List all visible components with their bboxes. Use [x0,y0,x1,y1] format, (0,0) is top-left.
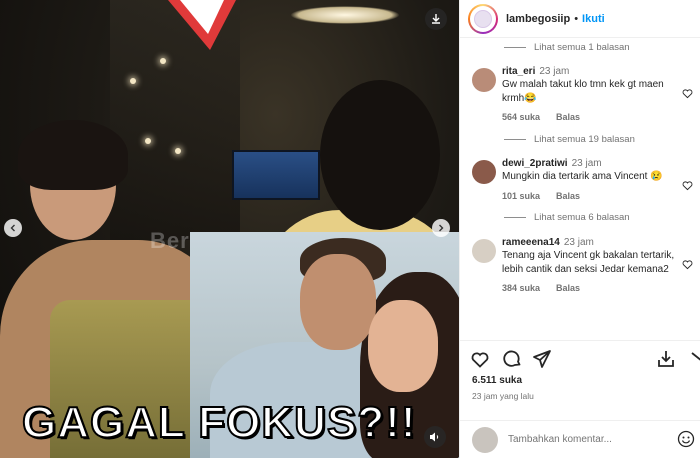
light-dot [130,78,136,84]
comment-likes[interactable]: 384 suka [502,283,540,293]
account-username[interactable]: lambegosiip [506,13,570,25]
play-badge-icon [166,0,238,52]
comment-text: Tenang aja Vincent gk bakalan tertarik, … [502,249,675,275]
view-replies-link[interactable]: Lihat semua 6 balasan [460,211,700,225]
reply-button[interactable]: Balas [556,283,580,293]
view-replies-link[interactable]: Lihat semua 19 balasan [460,132,700,146]
likes-count[interactable]: 6.511 suka [472,375,522,386]
reply-button[interactable]: Balas [556,112,580,122]
comment-icon[interactable] [502,349,522,369]
comment-text: Mungkin dia tertarik ama Vincent 😢 [502,171,663,183]
comment-item: rameeena14 23 jam Tenang aja Vincent gk b… [460,237,700,293]
comment-username[interactable]: rameeena14 [502,237,560,248]
mute-icon[interactable] [424,426,446,448]
commenter-avatar[interactable] [472,68,496,92]
comment-input[interactable] [508,434,668,445]
comment-time: 23 jam [563,236,594,248]
ceiling-lamp [290,6,400,24]
comment-likes[interactable]: 564 suka [502,112,540,122]
download-icon[interactable] [425,8,447,30]
like-heart-icon[interactable] [682,180,693,191]
comment-likes[interactable]: 101 suka [502,191,540,201]
view-replies-link[interactable]: Lihat semua 1 balasan [460,40,700,54]
current-user-avatar [472,426,498,453]
commenter-avatar[interactable] [472,238,496,263]
post-media[interactable]: BeritaTerkini GAGAL FOKUS?!! [0,0,459,458]
comment-text: Gw malah takut klo tmn kek gt maen krmh😂 [502,79,664,105]
comment-username[interactable]: rita_eri [502,66,535,77]
add-comment-bar [460,420,700,458]
post-timestamp: 23 jam yang lalu [472,391,534,401]
save-icon[interactable] [656,349,676,369]
brand-logo [474,9,492,28]
reply-button[interactable]: Balas [556,191,580,201]
chevron-right-icon[interactable] [432,219,450,237]
comments-list[interactable]: Lihat semua 1 balasan rita_eri 23 jam Gw … [460,38,700,340]
heart-icon[interactable] [470,349,490,369]
like-heart-icon[interactable] [682,259,693,270]
header-separator: • [574,12,579,25]
comment-username[interactable]: dewi_2pratiwi [502,158,568,169]
commenter-avatar[interactable] [472,160,496,185]
comment-item: rita_eri 23 jam Gw malah takut klo tmn ke… [460,66,700,122]
follow-button[interactable]: Ikuti [582,13,605,25]
post-header: lambegosiip • Ikuti [460,0,700,38]
comment-time: 23 jam [539,66,570,77]
comment-item: dewi_2pratiwi 23 jam Mungkin dia tertarik… [460,158,700,201]
media-caption: GAGAL FOKUS?!! [21,397,417,448]
post-sidebar: lambegosiip • Ikuti Lihat semua 1 balasa… [459,0,700,458]
share-to-icon[interactable] [690,349,700,369]
like-heart-icon[interactable] [682,88,693,99]
comment-time: 23 jam [571,158,602,170]
account-avatar[interactable] [468,3,498,34]
post-actions: 6.511 suka 23 jam yang lalu [460,340,700,426]
share-icon[interactable] [532,349,552,369]
light-dot [160,58,166,64]
chevron-left-icon[interactable] [4,219,22,237]
emoji-icon[interactable] [677,430,695,448]
